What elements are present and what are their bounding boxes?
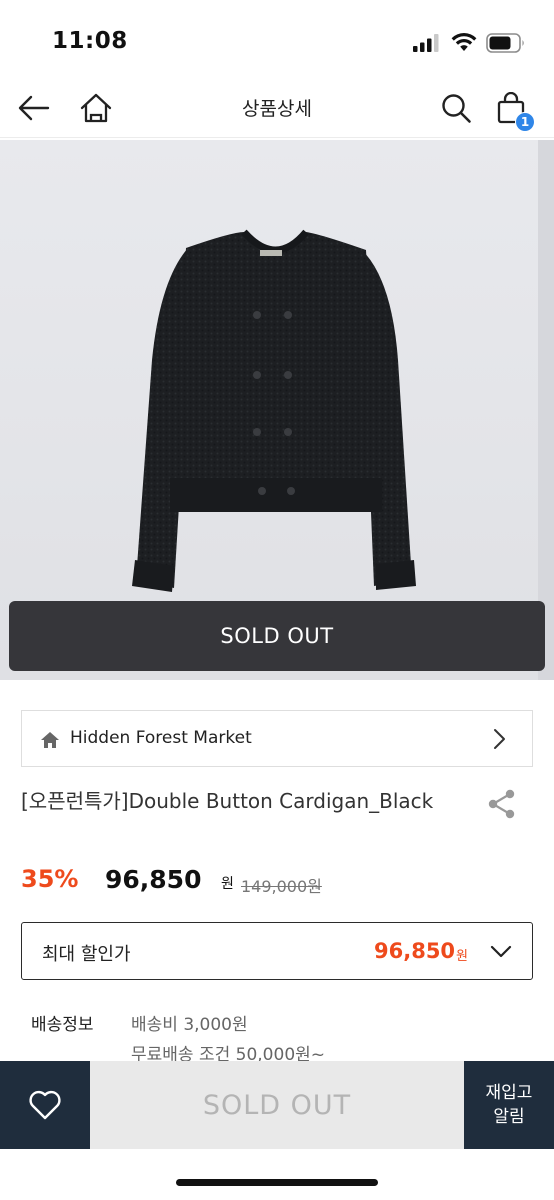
original-price: 149,000원: [241, 877, 322, 896]
restock-alert-button[interactable]: 재입고 알림: [464, 1061, 554, 1149]
discount-rate: 35%: [21, 865, 79, 893]
wifi-icon: [451, 33, 477, 51]
sold-out-banner: SOLD OUT: [9, 601, 545, 671]
store-home-icon: [41, 732, 59, 748]
battery-icon: [486, 33, 524, 53]
cellular-signal-icon: [413, 34, 439, 52]
wishlist-button[interactable]: [0, 1061, 90, 1149]
share-button[interactable]: [484, 786, 520, 822]
app-header: 상품상세 1: [0, 80, 554, 138]
max-discount-unit: 원: [456, 949, 468, 964]
sold-out-button[interactable]: SOLD OUT: [90, 1061, 464, 1149]
heart-icon: [29, 1090, 61, 1120]
product-image[interactable]: [0, 140, 554, 680]
store-name: Hidden Forest Market: [70, 728, 252, 748]
status-bar: 11:08: [0, 0, 554, 80]
price-unit: 원: [221, 876, 234, 892]
max-discount-label: 최대 할인가: [42, 944, 131, 965]
share-icon: [488, 789, 515, 819]
chevron-right-icon: [494, 729, 505, 749]
search-icon: [442, 94, 471, 123]
restock-label-line1: 재입고: [485, 1083, 533, 1103]
cardigan-image: [132, 140, 554, 680]
chevron-down-icon: [488, 939, 514, 965]
search-button[interactable]: [436, 88, 476, 128]
restock-label-line2: 알림: [493, 1107, 525, 1127]
cart-button[interactable]: 1: [491, 88, 535, 132]
home-indicator[interactable]: [176, 1179, 378, 1186]
cart-count-badge: 1: [515, 112, 535, 132]
product-name: [오픈런특가]Double Button Cardigan_Black: [21, 789, 434, 813]
status-time: 11:08: [52, 28, 128, 54]
max-discount-value: 96,850: [374, 939, 456, 963]
max-discount-dropdown[interactable]: 최대 할인가 96,850 원: [21, 922, 533, 980]
sale-price: 96,850: [105, 865, 202, 894]
store-link[interactable]: Hidden Forest Market: [21, 710, 533, 767]
shipping-fee: 배송비 3,000원: [131, 1015, 248, 1035]
shipping-label: 배송정보: [31, 1015, 94, 1035]
price-row: 35% 96,850 원 149,000원: [21, 865, 533, 899]
bottom-action-bar: SOLD OUT 재입고 알림: [0, 1061, 554, 1149]
